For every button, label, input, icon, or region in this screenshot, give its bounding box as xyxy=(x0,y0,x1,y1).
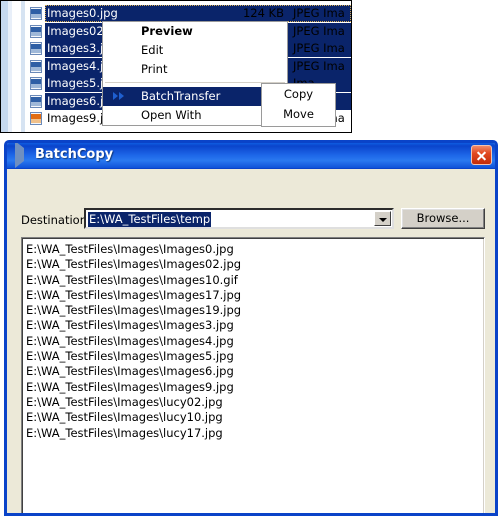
file-type: JPEG Ima xyxy=(293,23,345,38)
destination-input[interactable]: E:\WA_TestFiles\temp xyxy=(88,212,212,227)
context-menu-item-batchtransfer[interactable]: BatchTransfer xyxy=(103,87,287,106)
image-file-icon xyxy=(30,7,43,20)
file-name: Images0.jpg xyxy=(47,6,118,20)
menu-item-label: Edit xyxy=(141,43,164,57)
arrow-icon xyxy=(15,143,29,168)
batchtransfer-submenu[interactable]: Copy Move xyxy=(261,83,336,127)
context-menu-item-print[interactable]: Print xyxy=(103,60,287,79)
file-name: Images02. xyxy=(47,23,108,38)
menu-item-label: Preview xyxy=(141,24,193,38)
browse-button[interactable]: Browse... xyxy=(401,208,485,229)
list-item[interactable]: E:\WA_TestFiles\Images\Images17.jpg xyxy=(26,288,484,303)
list-item[interactable]: E:\WA_TestFiles\Images\Images10.gif xyxy=(26,273,484,288)
menu-item-label: Open With xyxy=(141,108,202,122)
list-item[interactable]: E:\WA_TestFiles\Images\Images5.jpg xyxy=(26,349,484,364)
list-item[interactable]: E:\WA_TestFiles\Images\Images0.jpg xyxy=(26,242,484,257)
file-path-listbox[interactable]: E:\WA_TestFiles\Images\Images0.jpg E:\WA_… xyxy=(21,237,485,513)
destination-label: Destination: xyxy=(21,213,91,227)
file-name: Images4.jp xyxy=(47,58,111,73)
close-icon[interactable] xyxy=(471,145,492,165)
menu-item-label: Print xyxy=(141,62,168,76)
file-name: Images3.jp xyxy=(47,41,111,55)
list-item[interactable]: E:\WA_TestFiles\Images\Images6.jpg xyxy=(26,364,484,379)
list-item[interactable]: E:\WA_TestFiles\Images\lucy10.jpg xyxy=(26,410,484,425)
dialog-options-bar: For links, transfer target Use link's na… xyxy=(7,479,495,513)
file-name: Images9.jp xyxy=(47,111,111,125)
image-file-icon xyxy=(30,42,43,55)
menu-separator xyxy=(105,82,285,84)
list-item[interactable]: E:\WA_TestFiles\Images\Images19.jpg xyxy=(26,303,484,318)
dialog-title-bar[interactable]: BatchCopy xyxy=(7,143,495,169)
chevron-down-icon[interactable] xyxy=(374,211,391,226)
list-item[interactable]: E:\WA_TestFiles\Images\Images02.jpg xyxy=(26,257,484,272)
list-item[interactable]: E:\WA_TestFiles\Images\Images4.jpg xyxy=(26,334,484,349)
file-type: JPEG Ima xyxy=(293,6,345,20)
list-item[interactable]: E:\WA_TestFiles\Images\Images3.jpg xyxy=(26,318,484,333)
submenu-item-move[interactable]: Move xyxy=(262,104,335,124)
image-file-icon xyxy=(30,24,43,38)
file-row[interactable]: Images0.jpg 124 KB JPEG Ima xyxy=(25,5,351,23)
list-item[interactable]: E:\WA_TestFiles\Images\lucy17.jpg xyxy=(26,426,484,441)
context-menu-item-preview[interactable]: Preview xyxy=(103,22,287,41)
list-item[interactable]: E:\WA_TestFiles\Images\lucy02.jpg xyxy=(26,395,484,410)
menu-item-label: BatchTransfer xyxy=(141,89,221,103)
batchcopy-dialog: BatchCopy Destination: E:\WA_TestFiles\t… xyxy=(4,140,498,516)
file-name: Images6.jp xyxy=(47,93,111,108)
context-menu-item-open-with[interactable]: Open With xyxy=(103,106,287,125)
dialog-body: Destination: E:\WA_TestFiles\temp Browse… xyxy=(7,169,495,513)
double-arrow-icon xyxy=(113,92,129,102)
dialog-title: BatchCopy xyxy=(35,147,114,162)
image-file-icon xyxy=(30,77,43,90)
file-name: Images5.jp xyxy=(47,76,111,90)
destination-combobox[interactable]: E:\WA_TestFiles\temp xyxy=(84,208,394,229)
explorer-divider xyxy=(12,1,21,132)
image-file-icon xyxy=(30,94,43,108)
submenu-item-copy[interactable]: Copy xyxy=(262,84,335,104)
file-type: JPEG Ima xyxy=(293,58,345,73)
explorer-left-pane xyxy=(1,1,8,132)
file-size: 124 KB xyxy=(242,6,284,20)
context-menu-item-edit[interactable]: Edit xyxy=(103,41,287,60)
list-item[interactable]: E:\WA_TestFiles\Images\Images9.jpg xyxy=(26,380,484,395)
image-file-icon-orange xyxy=(30,112,43,125)
file-type: JPEG Ima xyxy=(293,41,345,55)
image-file-icon xyxy=(30,59,43,73)
